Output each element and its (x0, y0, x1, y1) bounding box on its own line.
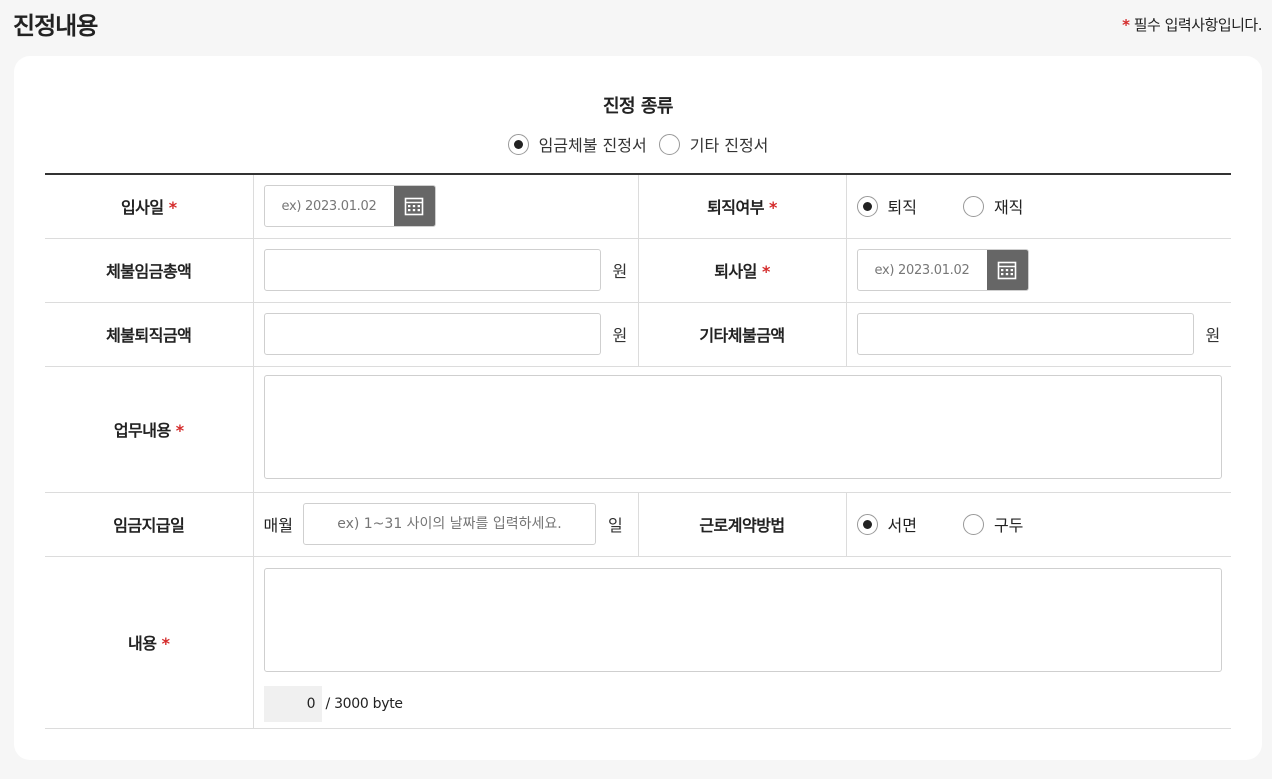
table-row: 체불임금총액 원 퇴사일 * ex) 2023.01.02 (45, 238, 1231, 303)
pay-day-cell: 매월 일 (253, 492, 638, 557)
radio-button-selected[interactable] (507, 133, 529, 155)
contract-method-label-cell: 근로계약방법 (637, 492, 847, 557)
calendar-icon (997, 261, 1017, 280)
radio-verbal[interactable]: 구두 (962, 512, 1024, 536)
unpaid-wage-total-label-cell: 체불임금총액 (45, 238, 254, 303)
monthly-prefix: 매월 (263, 516, 293, 535)
content-label-cell: 내용 * (45, 556, 254, 729)
job-description-cell (253, 366, 1231, 493)
byte-limit: / 3000 byte (325, 695, 404, 712)
leave-date-label-cell: 퇴사일 * (637, 238, 847, 303)
radio-label: 구두 (993, 516, 1024, 535)
radio-wage-arrears-petition[interactable]: 임금체불 진정서 (507, 132, 647, 156)
other-unpaid-input[interactable] (856, 313, 1194, 355)
required-note-text: 필수 입력사항입니다. (1133, 16, 1263, 34)
contract-method-options: 서면 구두 (856, 512, 1222, 536)
required-star: * (168, 198, 177, 218)
pay-day-label: 임금지급일 (113, 516, 185, 535)
calendar-button[interactable] (986, 250, 1028, 290)
content-label: 내용 (128, 634, 157, 653)
radio-label: 임금체불 진정서 (538, 136, 647, 155)
unpaid-severance-cell: 원 (253, 302, 638, 367)
won-unit: 원 (612, 326, 628, 345)
required-star: * (175, 421, 184, 440)
leave-date-label: 퇴사일 (714, 262, 757, 281)
calendar-button[interactable] (393, 186, 435, 227)
hire-date-cell: ex) 2023.01.02 (253, 174, 638, 239)
table-row: 업무내용 * (45, 366, 1231, 493)
unpaid-wage-total-cell: 원 (253, 238, 638, 303)
table-row: 임금지급일 매월 일 근로계약방법 서면 (45, 492, 1231, 557)
retirement-status-cell: 퇴직 재직 (846, 174, 1231, 239)
radio-button[interactable] (658, 133, 680, 155)
contract-method-label: 근로계약방법 (699, 516, 785, 535)
unpaid-wage-total-input[interactable] (263, 249, 601, 291)
radio-label: 기타 진정서 (689, 136, 769, 155)
retirement-status-label-cell: 퇴직여부 * (637, 174, 847, 239)
form-card: 진정 종류 임금체불 진정서 기타 진정서 입사일 * ex) 2023.01.… (14, 56, 1262, 760)
byte-count: 0 (263, 685, 322, 722)
required-star: * (1122, 16, 1130, 34)
hire-date-label-cell: 입사일 * (45, 174, 254, 239)
other-unpaid-label: 기타체불금액 (699, 326, 785, 345)
radio-button[interactable] (962, 195, 984, 217)
other-unpaid-label-cell: 기타체불금액 (637, 302, 847, 367)
petition-form-table: 입사일 * ex) 2023.01.02 퇴직여부 * 퇴직 재직 체불임금총액… (45, 173, 1231, 729)
unpaid-severance-label-cell: 체불퇴직금액 (45, 302, 254, 367)
table-row: 체불퇴직금액 원 기타체불금액 원 (45, 302, 1231, 367)
byte-counter: 0 / 3000 byte (263, 685, 1222, 722)
required-star: * (761, 262, 770, 281)
radio-button-selected[interactable] (856, 513, 878, 535)
petition-type-options: 임금체불 진정서 기타 진정서 (45, 132, 1231, 156)
unpaid-wage-total-label: 체불임금총액 (106, 262, 192, 281)
petition-type-section: 진정 종류 임금체불 진정서 기타 진정서 (45, 92, 1231, 156)
pay-day-label-cell: 임금지급일 (45, 492, 254, 557)
radio-label: 재직 (993, 198, 1024, 218)
hire-date-label: 입사일 (120, 198, 164, 218)
contract-method-cell: 서면 구두 (846, 492, 1231, 557)
radio-label: 서면 (887, 516, 917, 535)
won-unit: 원 (1205, 326, 1221, 345)
required-star: * (769, 198, 777, 218)
other-unpaid-cell: 원 (846, 302, 1231, 367)
retirement-status-options: 퇴직 재직 (856, 194, 1222, 218)
retirement-status-label: 퇴직여부 (707, 198, 764, 218)
radio-button-selected[interactable] (856, 195, 878, 217)
radio-label: 퇴직 (887, 198, 917, 218)
page-title: 진정내용 (13, 12, 98, 40)
hire-date-picker[interactable]: ex) 2023.01.02 (263, 185, 436, 228)
petition-type-title: 진정 종류 (602, 96, 674, 117)
leave-date-picker[interactable]: ex) 2023.01.02 (856, 249, 1029, 291)
pay-day-input[interactable] (302, 503, 596, 545)
required-note: * 필수 입력사항입니다. (1122, 14, 1262, 35)
leave-date-cell: ex) 2023.01.02 (846, 238, 1231, 303)
won-unit: 원 (612, 262, 628, 281)
table-row: 입사일 * ex) 2023.01.02 퇴직여부 * 퇴직 재직 (45, 174, 1231, 239)
radio-written[interactable]: 서면 (856, 512, 917, 536)
radio-other-petition[interactable]: 기타 진정서 (658, 132, 769, 156)
unpaid-severance-input[interactable] (263, 313, 601, 355)
leave-date-input[interactable]: ex) 2023.01.02 (858, 250, 987, 290)
job-description-label-cell: 업무내용 * (45, 366, 254, 493)
day-unit: 일 (607, 516, 623, 535)
hire-date-input[interactable]: ex) 2023.01.02 (265, 186, 394, 226)
job-description-textarea[interactable] (263, 375, 1222, 479)
job-description-label: 업무내용 (113, 421, 171, 440)
content-textarea[interactable] (263, 567, 1222, 672)
radio-retired[interactable]: 퇴직 (856, 194, 917, 218)
required-star: * (161, 634, 170, 653)
table-row: 내용 * 0 / 3000 byte (45, 556, 1231, 729)
radio-employed[interactable]: 재직 (962, 194, 1024, 218)
calendar-icon (404, 197, 424, 216)
radio-button[interactable] (962, 513, 984, 535)
unpaid-severance-label: 체불퇴직금액 (106, 326, 192, 345)
content-cell: 0 / 3000 byte (253, 556, 1231, 729)
